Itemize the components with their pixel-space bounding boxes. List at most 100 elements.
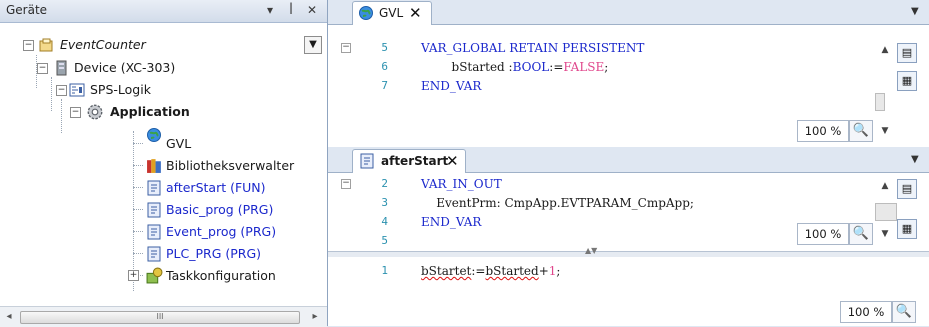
code-line[interactable]: END_VAR — [421, 215, 481, 229]
implementation-zoom-level[interactable]: 100 % — [840, 301, 892, 323]
code-token: := — [549, 60, 564, 74]
scroll-up-icon[interactable]: ▲ — [879, 44, 891, 56]
gvl-code-area[interactable]: − 5 VAR_GLOBAL RETAIN PERSISTENT 6 bStarte… — [328, 25, 929, 147]
tree-item-task-config[interactable]: Taskkonfiguration — [166, 265, 276, 287]
line-number: 6 — [381, 60, 388, 73]
tab-gvl-label: GVL — [379, 6, 404, 20]
tab-list-dropdown-icon[interactable]: ▼ — [911, 6, 919, 17]
task-config-icon — [146, 267, 163, 284]
code-line[interactable]: END_VAR — [421, 79, 481, 93]
fold-toggle-icon[interactable]: − — [341, 43, 351, 53]
code-token: := — [471, 264, 486, 278]
afterstart-implementation-area[interactable]: 1 bStartet:=bStarted+1; 100 % 🔍 — [328, 257, 929, 326]
expand-task-config-toggle[interactable]: + — [128, 270, 139, 281]
splitter-grip-icon[interactable]: ▲▼ — [585, 246, 597, 255]
tree-item-device[interactable]: Device (XC-303) — [74, 57, 175, 79]
zoom-magnifier-icon[interactable]: 🔍 — [849, 120, 873, 142]
scrollbar-thumb[interactable]: III — [20, 311, 300, 324]
tree-item-application[interactable]: Application — [110, 101, 190, 123]
code-token: END_VAR — [421, 215, 482, 229]
vertical-scrollbar-thumb[interactable] — [875, 203, 897, 221]
declaration-textual-view-button[interactable]: ▤ — [897, 179, 917, 199]
code-token: bStarted — [485, 264, 539, 278]
code-token: bStarted : — [421, 60, 513, 74]
code-token: bStartet — [421, 264, 472, 278]
declaration-textual-view-button[interactable]: ▤ — [897, 43, 917, 63]
code-token: ; — [604, 60, 609, 74]
tree-item-plc-logic[interactable]: SPS-Logik — [90, 79, 151, 101]
project-icon — [39, 38, 53, 52]
tab-afterstart[interactable]: afterStart ✕ — [352, 149, 466, 173]
afterstart-editor: afterStart ✕ ▼ − 2 VAR_IN_OUT 3 EventPrm: … — [328, 148, 929, 326]
gvl-tab-bar: GVL ✕ ▼ — [328, 0, 929, 25]
code-line[interactable]: EventPrm: CmpApp.EVTPARAM_CmpApp; — [421, 196, 694, 210]
line-number: 3 — [381, 196, 388, 209]
zoom-magnifier-icon[interactable]: 🔍 — [849, 223, 873, 245]
afterstart-tab-bar: afterStart ✕ ▼ — [328, 148, 929, 173]
pou-page-icon — [147, 202, 161, 218]
collapse-plc-logic-toggle[interactable]: − — [56, 85, 67, 96]
zoom-magnifier-icon[interactable]: 🔍 — [892, 301, 916, 323]
line-number: 1 — [381, 264, 388, 277]
application-gear-icon — [87, 104, 103, 120]
globe-gvl-icon — [359, 6, 373, 20]
code-token: VAR_IN_OUT — [421, 177, 502, 191]
vertical-scrollbar-thumb[interactable] — [875, 93, 885, 111]
code-token: FALSE — [563, 60, 605, 74]
tree-item-plc-prg[interactable]: PLC_PRG (PRG) — [166, 243, 261, 265]
collapse-application-toggle[interactable]: − — [70, 107, 81, 118]
tree-item-gvl[interactable]: GVL — [166, 133, 191, 155]
code-token: BOOL — [512, 60, 550, 74]
close-tab-icon[interactable]: ✕ — [409, 4, 422, 22]
code-token: VAR_GLOBAL RETAIN PERSISTENT — [421, 41, 645, 55]
gvl-zoom-level[interactable]: 100 % — [797, 120, 849, 142]
scroll-down-icon[interactable]: ▼ — [879, 125, 891, 137]
code-line[interactable]: bStartet:=bStarted+1; — [421, 264, 560, 278]
collapse-eventcounter-toggle[interactable]: − — [23, 40, 34, 51]
project-dropdown-button[interactable]: ▼ — [304, 36, 322, 54]
pou-page-icon — [147, 224, 161, 240]
devices-panel: Geräte ▾ ꟾ ✕ − EventCounter ▼ − Device (… — [0, 0, 328, 327]
devices-panel-titlebar: Geräte ▾ ꟾ ✕ — [0, 0, 327, 23]
scroll-left-icon[interactable]: ◂ — [2, 310, 16, 324]
close-tab-icon[interactable]: ✕ — [446, 152, 459, 170]
scroll-up-icon[interactable]: ▲ — [879, 180, 891, 192]
afterstart-declaration-area[interactable]: − 2 VAR_IN_OUT 3 EventPrm: CmpApp.EVTPARAM… — [328, 173, 929, 251]
pou-page-icon — [360, 153, 374, 169]
scroll-down-icon[interactable]: ▼ — [879, 228, 891, 240]
globe-gvl-icon — [147, 128, 161, 142]
devices-horizontal-scrollbar[interactable]: ◂ III ▸ — [0, 306, 327, 327]
tree-item-event-prog[interactable]: Event_prog (PRG) — [166, 221, 276, 243]
tree-item-library-manager[interactable]: Bibliotheksverwalter — [166, 155, 294, 177]
tree-item-afterstart[interactable]: afterStart (FUN) — [166, 177, 266, 199]
code-token: END_VAR — [421, 79, 482, 93]
declaration-table-view-button[interactable]: ▦ — [897, 219, 917, 239]
library-books-icon — [147, 159, 161, 173]
code-token: EventPrm: CmpApp.EVTPARAM_CmpApp; — [421, 196, 694, 210]
tab-list-dropdown-icon[interactable]: ▼ — [911, 154, 919, 165]
code-line[interactable]: bStarted :BOOL:=FALSE; — [421, 60, 609, 74]
close-panel-icon[interactable]: ✕ — [304, 2, 320, 18]
code-line[interactable]: VAR_GLOBAL RETAIN PERSISTENT — [421, 41, 644, 55]
tree-item-eventcounter[interactable]: EventCounter — [60, 34, 146, 56]
tree-item-basic-prog[interactable]: Basic_prog (PRG) — [166, 199, 273, 221]
tab-afterstart-label: afterStart — [381, 154, 449, 168]
panel-menu-dropdown-icon[interactable]: ▾ — [262, 2, 278, 18]
devices-panel-title: Geräte — [6, 3, 48, 17]
fold-toggle-icon[interactable]: − — [341, 179, 351, 189]
gvl-editor: GVL ✕ ▼ − 5 VAR_GLOBAL RETAIN PERSISTENT 6… — [328, 0, 929, 147]
declaration-zoom-level[interactable]: 100 % — [797, 223, 849, 245]
line-number: 4 — [381, 215, 388, 228]
line-number: 7 — [381, 79, 388, 92]
pou-page-icon — [147, 246, 161, 262]
tab-gvl[interactable]: GVL ✕ — [352, 1, 432, 25]
declaration-table-view-button[interactable]: ▦ — [897, 71, 917, 91]
code-line[interactable]: VAR_IN_OUT — [421, 177, 502, 191]
line-number: 5 — [381, 41, 388, 54]
scroll-right-icon[interactable]: ▸ — [308, 310, 322, 324]
collapse-device-toggle[interactable]: − — [37, 63, 48, 74]
pin-icon[interactable]: ꟾ — [283, 2, 299, 18]
pou-page-icon — [147, 180, 161, 196]
plc-device-icon — [56, 60, 67, 76]
code-token: + — [538, 264, 549, 278]
